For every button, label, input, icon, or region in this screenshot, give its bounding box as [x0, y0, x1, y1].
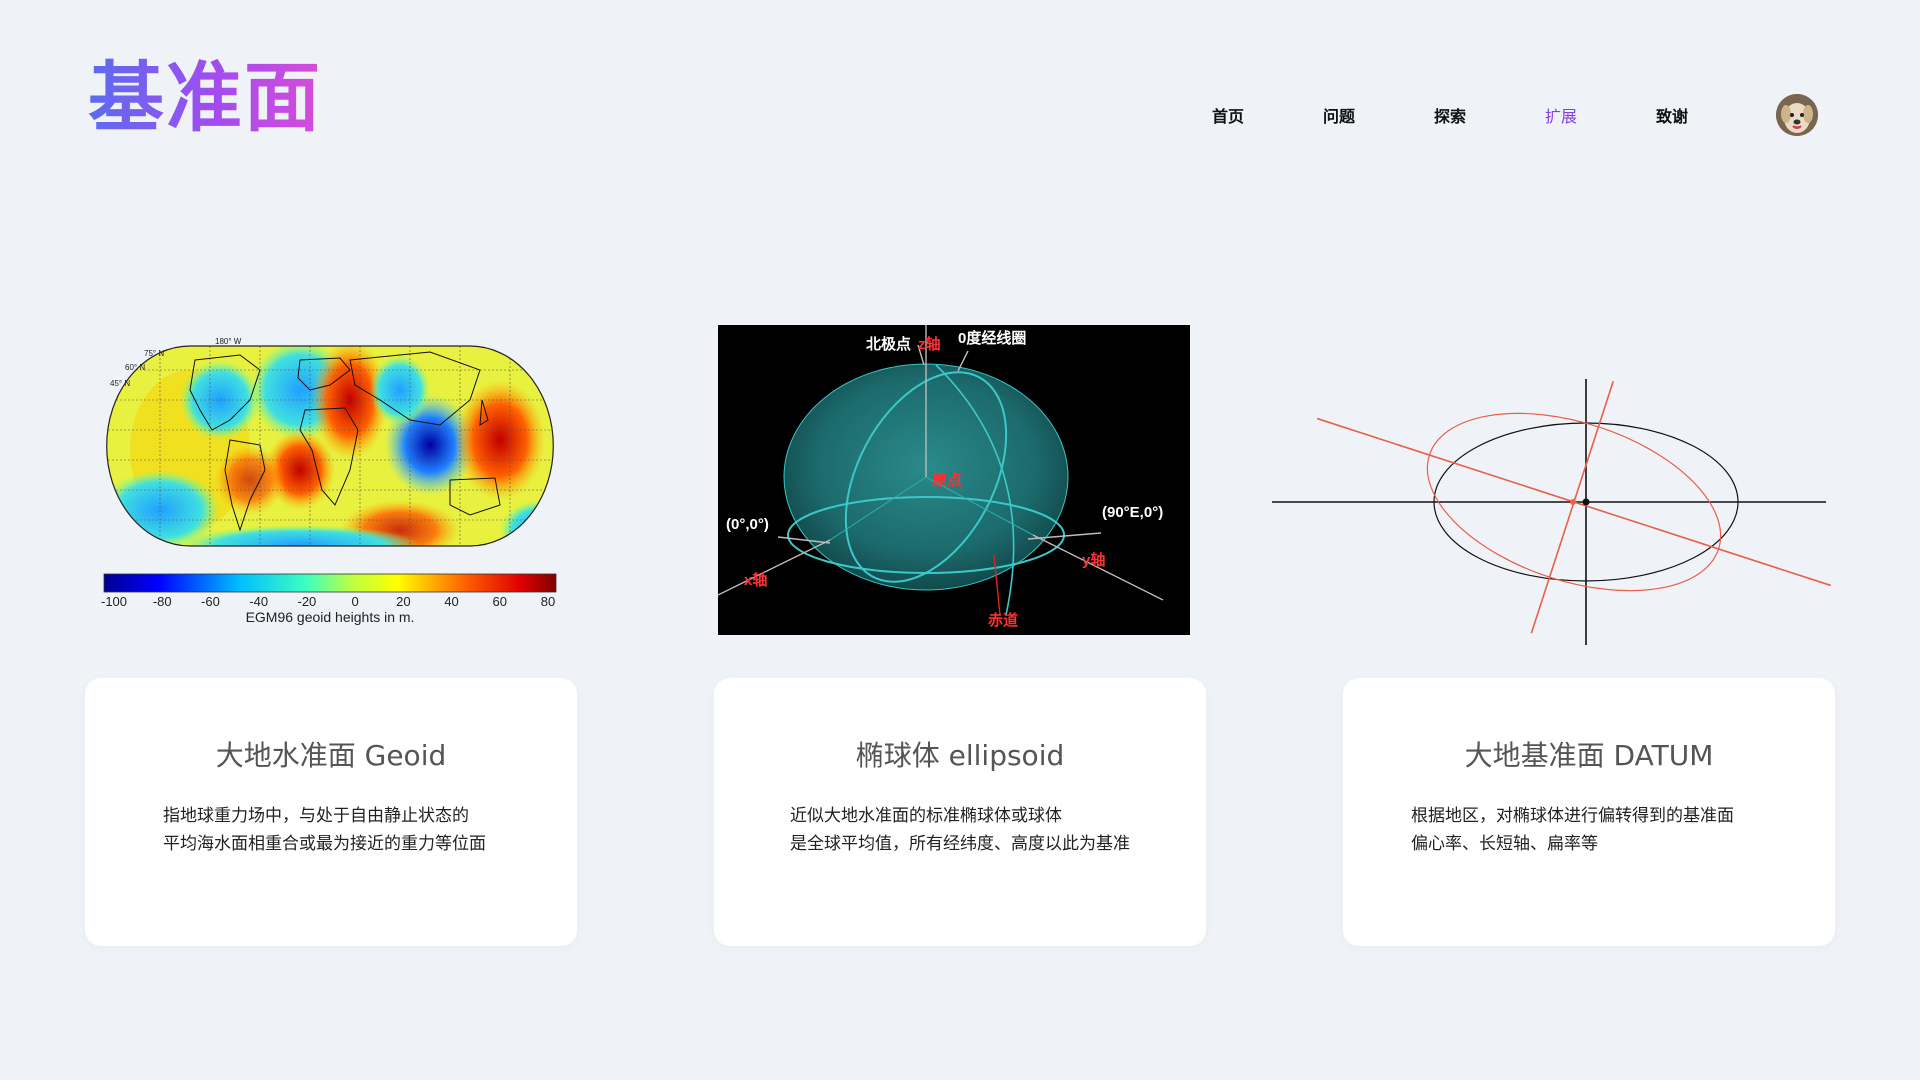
colorbar-tick-label: -60 — [201, 594, 220, 609]
ellipsoid-card: 椭球体 ellipsoid 近似大地水准面的标准椭球体或球体 是全球平均值，所有… — [714, 678, 1206, 946]
card-description: 指地球重力场中，与处于自由静止状态的 平均海水面相重合或最为接近的重力等位面 — [163, 802, 537, 858]
lon-label-180w: 180° W — [215, 337, 242, 346]
reference-ellipsoid — [1272, 379, 1826, 645]
label-meridian: 0度经线圈 — [958, 329, 1026, 347]
card-description-line: 平均海水面相重合或最为接近的重力等位面 — [163, 834, 486, 854]
card-title: 大地水准面 Geoid — [215, 739, 447, 772]
lat-label-75: 75° N — [144, 349, 164, 358]
colorbar-tick-label: 80 — [541, 594, 555, 609]
card-description-line: 偏心率、长短轴、扁率等 — [1411, 834, 1598, 854]
datum-figure — [1268, 375, 1838, 650]
ellipsoid-figure: 北极点 z轴 0度经线圈 原点 (0°,0°) (90°E,0°) x轴 y轴 … — [717, 325, 1190, 635]
card-description: 根据地区，对椭球体进行偏转得到的基准面 偏心率、长短轴、扁率等 — [1411, 802, 1795, 858]
nav-explore[interactable]: 探索 — [1410, 102, 1490, 132]
rotated-datum-ellipsoid — [1316, 380, 1832, 634]
lat-label-60: 60° N — [125, 363, 145, 372]
geoid-card: 大地水准面 Geoid 指地球重力场中，与处于自由静止状态的 平均海水面相重合或… — [85, 678, 577, 946]
card-description-line: 是全球平均值，所有经纬度、高度以此为基准 — [790, 834, 1130, 854]
label-equator: 赤道 — [988, 611, 1018, 629]
lat-label-45: 45° N — [110, 379, 130, 388]
colorbar-tick-label: -80 — [153, 594, 172, 609]
dog-avatar-icon — [1776, 94, 1818, 136]
nav-home[interactable]: 首页 — [1188, 102, 1268, 132]
datum-card: 大地基准面 DATUM 根据地区，对椭球体进行偏转得到的基准面 偏心率、长短轴、… — [1343, 678, 1835, 946]
colorbar-tick-label: 40 — [444, 594, 458, 609]
colorbar-tick-label: 60 — [493, 594, 507, 609]
label-z-axis: z轴 — [918, 335, 941, 353]
label-origin: 原点 — [932, 472, 962, 489]
card-description-line: 根据地区，对椭球体进行偏转得到的基准面 — [1411, 806, 1734, 826]
label-point-90e: (90°E,0°) — [1102, 504, 1163, 521]
colorbar-tick-label: -100 — [101, 594, 127, 609]
colorbar-tick-label: 0 — [351, 594, 358, 609]
colorbar-tick-label: -20 — [297, 594, 316, 609]
user-avatar[interactable] — [1776, 94, 1818, 136]
colorbar — [103, 573, 557, 593]
main-nav: 首页 问题 探索 扩展 致谢 — [0, 102, 1920, 132]
card-title: 大地基准面 DATUM — [1464, 739, 1714, 772]
nav-questions[interactable]: 问题 — [1299, 102, 1379, 132]
geoid-caption: EGM96 geoid heights in m. — [246, 609, 415, 625]
label-y-axis: y轴 — [1082, 551, 1105, 569]
label-point-0-0: (0°,0°) — [726, 516, 769, 533]
colorbar-tick-label: 20 — [396, 594, 410, 609]
card-description-line: 近似大地水准面的标准椭球体或球体 — [790, 806, 1062, 826]
label-north-pole: 北极点 — [866, 335, 911, 353]
label-x-axis: x轴 — [744, 571, 767, 589]
nav-thanks[interactable]: 致谢 — [1632, 102, 1712, 132]
card-description-line: 指地球重力场中，与处于自由静止状态的 — [163, 806, 469, 826]
nav-extension[interactable]: 扩展 — [1521, 102, 1601, 132]
colorbar-tick-label: -40 — [249, 594, 268, 609]
geoid-map-figure: 45° N 60° N 75° N 180° W -100 -80 -60 -40 -2… — [100, 330, 560, 630]
card-title: 椭球体 ellipsoid — [855, 739, 1065, 772]
card-description: 近似大地水准面的标准椭球体或球体 是全球平均值，所有经纬度、高度以此为基准 — [790, 802, 1166, 858]
